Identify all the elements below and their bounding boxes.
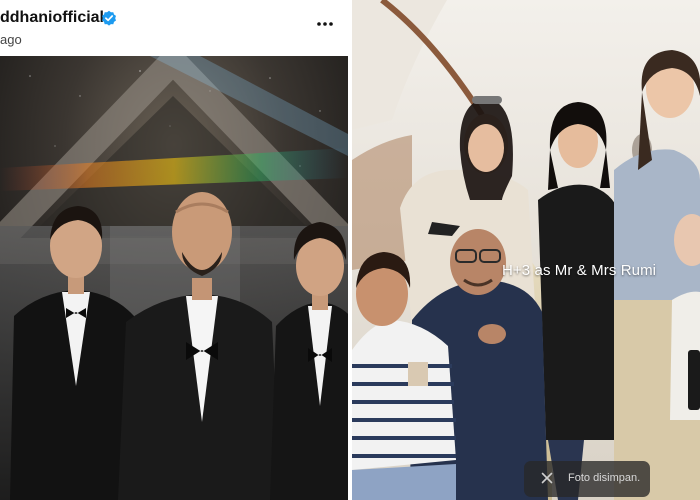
more-options-icon[interactable] [315, 14, 335, 34]
saved-toast: Foto disimpan. [524, 461, 650, 497]
account-name[interactable]: ddhaniofficial [0, 9, 104, 27]
post-header: ddhaniofficial ago [0, 0, 348, 56]
close-x-icon[interactable] [541, 472, 553, 484]
toast-text: Foto disimpan. [568, 472, 641, 484]
post-image[interactable] [0, 56, 348, 500]
person-right-edge [670, 214, 700, 420]
post-photo [0, 56, 348, 500]
post-time: ago [0, 32, 22, 47]
story-caption: H+3 as Mr & Mrs Rumi [502, 262, 657, 279]
story-photo [352, 0, 700, 500]
verified-badge-icon [102, 10, 116, 26]
instagram-post: ddhaniofficial ago [0, 0, 348, 500]
story-photo-panel[interactable]: H+3 as Mr & Mrs Rumi Foto disimpan. [352, 0, 700, 500]
